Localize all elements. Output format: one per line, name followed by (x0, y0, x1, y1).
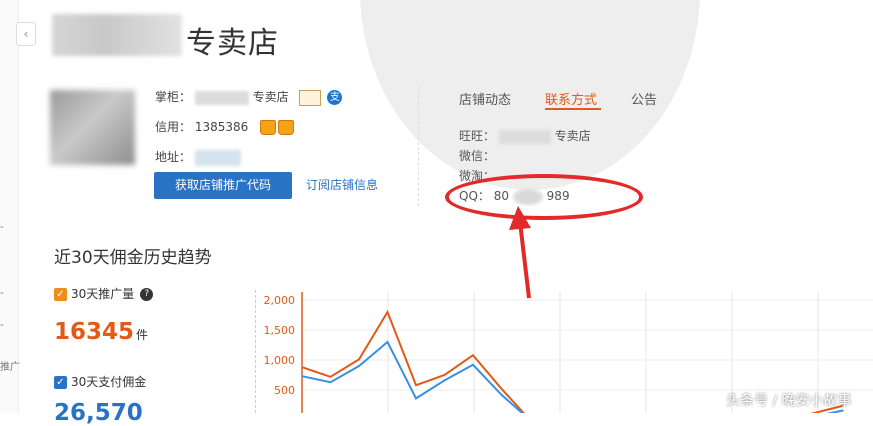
y-tick-label: 1,000 (264, 354, 296, 367)
commission-trend-chart: 2,000 1,500 1,000 500 (264, 292, 873, 413)
y-tick-label: 2,000 (264, 294, 296, 307)
y-tick-label: 1,500 (264, 324, 296, 337)
watermark-text: 头条号 / 晚安小故事 (726, 393, 852, 409)
y-tick-label: 500 (274, 384, 295, 397)
